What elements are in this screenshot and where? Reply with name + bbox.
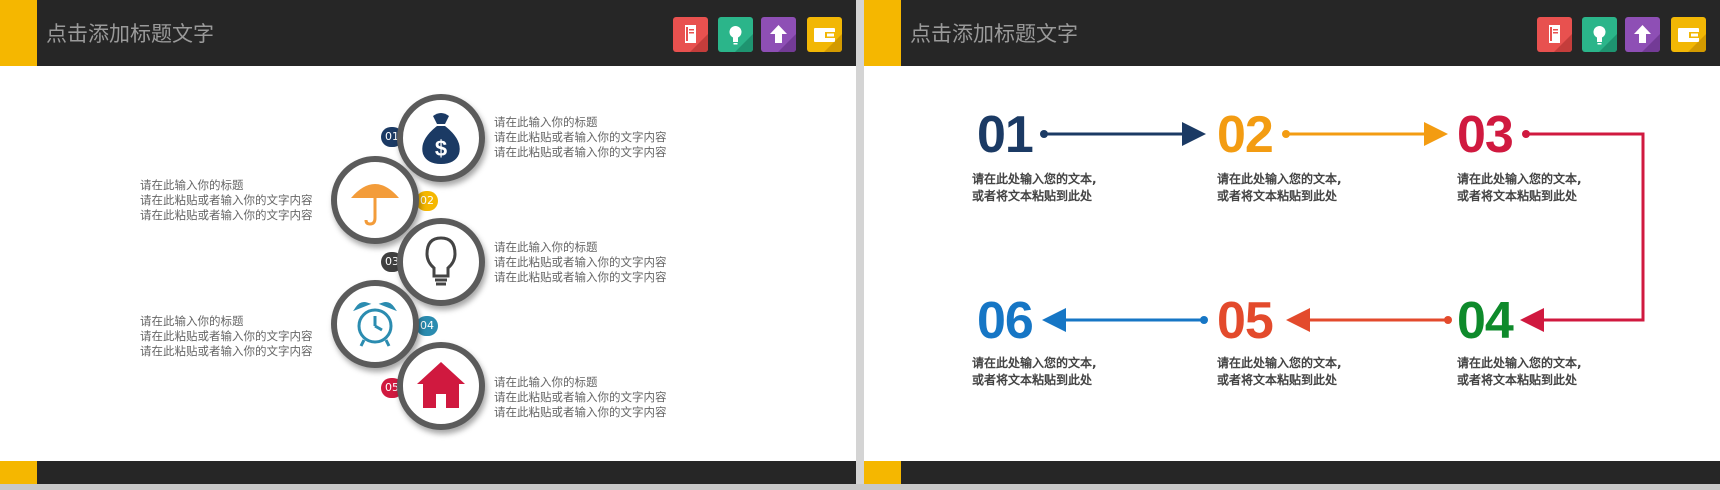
item-title: 请在此输入你的标题 [140,178,244,192]
step-text-05: 请在此处输入您的文本, 或者将文本粘贴到此处 [1217,355,1342,389]
step-line: 请在此处输入您的文本, [972,356,1097,370]
process-flow-arrows [1040,122,1645,332]
step-number-02: 02 [1217,106,1274,164]
badge-04: 04 [416,316,438,336]
item-title: 请在此输入你的标题 [494,240,598,254]
slide-right[interactable]: 点击添加标题文字 01 02 03 04 05 06 请在此处输入您的文本, 或… [864,0,1720,490]
alarm-clock-icon [353,302,397,347]
step-line: 请在此处输入您的文本, [1217,356,1342,370]
step-text-06: 请在此处输入您的文本, 或者将文本粘贴到此处 [972,355,1097,389]
item-text-03: 请在此输入你的标题 请在此粘贴或者输入你的文字内容 请在此粘贴或者输入你的文字内… [494,240,667,285]
step-line: 或者将文本粘贴到此处 [1457,373,1578,387]
header-accent-bar [0,0,37,66]
item-text-05: 请在此输入你的标题 请在此粘贴或者输入你的文字内容 请在此粘贴或者输入你的文字内… [494,375,667,420]
step-number-05: 05 [1217,292,1274,350]
step-line: 请在此处输入您的文本, [1457,172,1582,186]
item-title: 请在此输入你的标题 [494,115,598,129]
step-text-02: 请在此处输入您的文本, 或者将文本粘贴到此处 [1217,171,1342,205]
svg-text:$: $ [435,136,447,161]
wallet-icon[interactable] [807,17,842,52]
item-line: 请在此粘贴或者输入你的文字内容 [494,405,667,419]
item-title: 请在此输入你的标题 [494,375,598,389]
item-text-02: 请在此输入你的标题 请在此粘贴或者输入你的文字内容 请在此粘贴或者输入你的文字内… [140,178,313,223]
step-line: 或者将文本粘贴到此处 [1217,373,1338,387]
step-line: 或者将文本粘贴到此处 [1217,189,1338,203]
circle-05 [397,342,485,430]
badge-02: 02 [416,191,438,211]
item-line: 请在此粘贴或者输入你的文字内容 [140,208,313,222]
notebook-icon[interactable] [673,17,708,52]
umbrella-icon [351,184,399,226]
step-number-06: 06 [977,292,1034,350]
item-line: 请在此粘贴或者输入你的文字内容 [494,255,667,269]
arrow-05-to-06 [1286,308,1452,332]
lightbulb-icon [425,236,457,286]
viewer-bottom-strip [0,484,1720,490]
arrow-06-end [1042,308,1208,332]
item-text-04: 请在此输入你的标题 请在此粘贴或者输入你的文字内容 请在此粘贴或者输入你的文字内… [140,314,313,359]
step-number-04: 04 [1457,292,1514,350]
item-line: 请在此粘贴或者输入你的文字内容 [140,344,313,358]
upload-arrow-icon[interactable] [761,17,796,52]
step-text-04: 请在此处输入您的文本, 或者将文本粘贴到此处 [1457,355,1582,389]
step-line: 或者将文本粘贴到此处 [1457,189,1578,203]
step-text-01: 请在此处输入您的文本, 或者将文本粘贴到此处 [972,171,1097,205]
step-line: 请在此处输入您的文本, [1457,356,1582,370]
arrow-03-to-04 [1520,130,1645,332]
lightbulb-icon[interactable] [718,17,753,52]
money-bag-icon: $ [422,113,460,164]
item-text-01: 请在此输入你的标题 请在此粘贴或者输入你的文字内容 请在此粘贴或者输入你的文字内… [494,115,667,160]
step-line: 或者将文本粘贴到此处 [972,189,1093,203]
slide-title[interactable]: 点击添加标题文字 [46,0,214,68]
item-line: 请在此粘贴或者输入你的文字内容 [494,145,667,159]
arrow-02-to-03 [1282,122,1448,146]
item-line: 请在此粘贴或者输入你的文字内容 [494,270,667,284]
item-line: 请在此粘贴或者输入你的文字内容 [494,130,667,144]
house-icon [417,362,465,408]
item-line: 请在此粘贴或者输入你的文字内容 [140,329,313,343]
step-line: 或者将文本粘贴到此处 [972,373,1093,387]
step-line: 请在此处输入您的文本, [972,172,1097,186]
slide-header: 点击添加标题文字 [0,0,856,66]
item-line: 请在此粘贴或者输入你的文字内容 [494,390,667,404]
step-number-03: 03 [1457,106,1514,164]
step-line: 请在此处输入您的文本, [1217,172,1342,186]
step-number-01: 01 [977,106,1034,164]
step-text-03: 请在此处输入您的文本, 或者将文本粘贴到此处 [1457,171,1582,205]
slide-left[interactable]: 点击添加标题文字 请在此输入你的标题 请在此粘贴或者输入你的文字内容 请在此粘贴… [0,0,856,490]
item-title: 请在此输入你的标题 [140,314,244,328]
item-line: 请在此粘贴或者输入你的文字内容 [140,193,313,207]
arrow-01-to-02 [1040,122,1206,146]
